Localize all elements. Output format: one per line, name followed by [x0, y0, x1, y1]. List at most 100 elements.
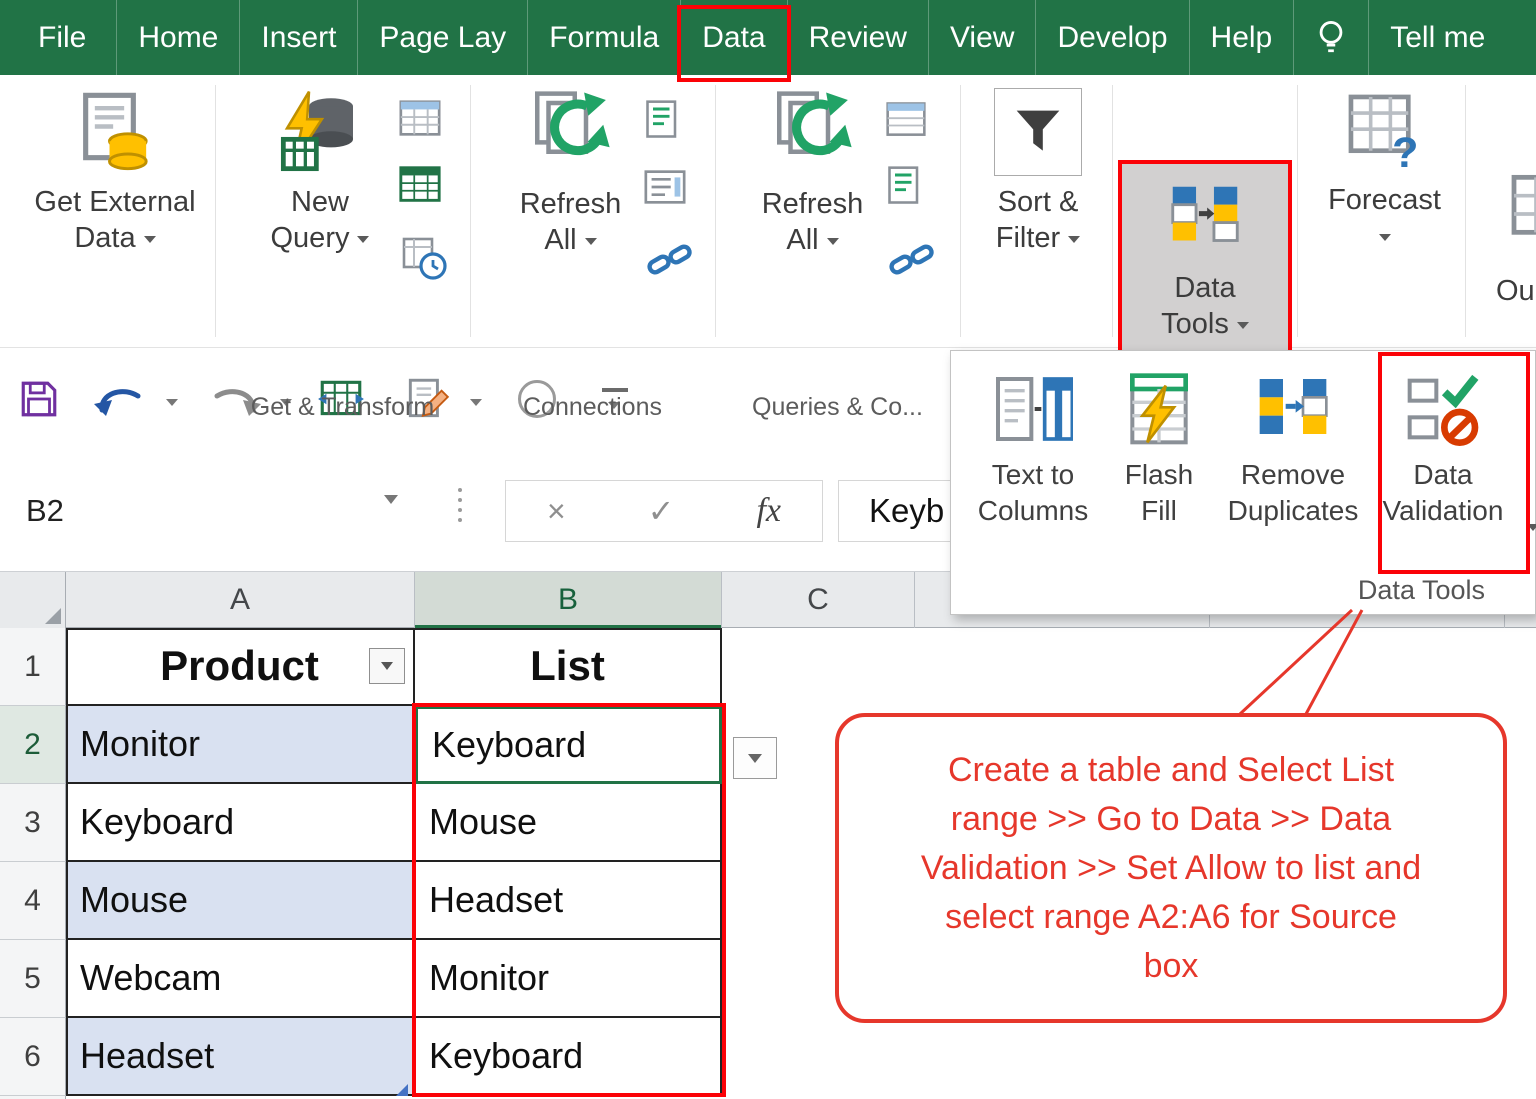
data-validation-button[interactable]: DataValidation	[1363, 457, 1523, 529]
get-external-line1: Get External	[34, 186, 195, 218]
remove-duplicates-button[interactable]: RemoveDuplicates	[1208, 457, 1378, 529]
column-header-c[interactable]: C	[722, 572, 915, 628]
sort-filter-button[interactable]: Sort & Filter	[968, 88, 1108, 256]
from-sheet-icon[interactable]	[396, 162, 444, 213]
cell-b5[interactable]: Monitor	[415, 940, 722, 1018]
table-header-list: List	[530, 642, 605, 690]
forecast-button[interactable]: ? Forecast	[1312, 88, 1457, 254]
new-query-button[interactable]: New Query	[250, 88, 390, 256]
data-tools-caption: Data Tools	[951, 575, 1485, 606]
data-tools-flyout: Text toColumns FlashFill RemoveDuplicate…	[950, 350, 1536, 615]
data-validation-dropdown-button[interactable]	[733, 737, 777, 779]
cell-a2[interactable]: Monitor	[66, 706, 415, 784]
data-validation-chevron-icon[interactable]	[1519, 519, 1536, 537]
insert-function-button[interactable]: fx	[756, 492, 781, 530]
ribbon: Get External Data New Query Get & Transf…	[0, 75, 1536, 348]
tell-me-lightbulb-icon[interactable]	[1293, 0, 1368, 75]
cell-b6[interactable]: Keyboard	[415, 1018, 722, 1096]
cancel-button[interactable]: ×	[547, 493, 566, 530]
save-button[interactable]	[18, 378, 60, 425]
data-validation-icon	[1403, 367, 1483, 456]
name-box-dropdown-icon[interactable]	[384, 504, 398, 522]
outline-label[interactable]: Ou	[1496, 275, 1535, 308]
formula-bar-drag-handle[interactable]	[458, 488, 462, 522]
row-header-2[interactable]: 2	[0, 706, 66, 784]
refresh-line2: All	[544, 224, 576, 256]
show-queries-icon[interactable]	[884, 98, 928, 147]
tab-data[interactable]: Data	[680, 0, 786, 75]
tab-insert[interactable]: Insert	[239, 0, 357, 75]
tab-formulas[interactable]: Formula	[527, 0, 680, 75]
svg-text:?: ?	[1392, 129, 1418, 174]
row-header-1[interactable]: 1	[0, 628, 66, 706]
queries-properties-icon[interactable]	[884, 164, 928, 213]
tab-file[interactable]: File	[0, 0, 116, 75]
group-separator	[960, 85, 961, 337]
group-separator	[215, 85, 216, 337]
tab-tell-me[interactable]: Tell me	[1368, 0, 1506, 75]
ribbon-tab-bar: File Home Insert Page Lay Formula Data R…	[0, 0, 1536, 75]
tab-file-label: File	[38, 21, 86, 55]
table-resize-handle[interactable]	[396, 1084, 408, 1096]
callout-line: range >> Go to Data >> Data	[951, 795, 1391, 844]
column-header-b[interactable]: B	[415, 572, 722, 628]
tab-home[interactable]: Home	[116, 0, 239, 75]
select-all-corner[interactable]	[0, 572, 66, 628]
cell-b1[interactable]: List	[415, 628, 722, 706]
undo-icon	[92, 380, 150, 422]
group-label-connections: Connections	[470, 393, 715, 422]
flash-fill-icon	[1119, 367, 1199, 456]
cell-a4[interactable]: Mouse	[66, 862, 415, 940]
chevron-down-icon	[827, 238, 839, 245]
tab-view-label: View	[950, 21, 1014, 55]
chevron-down-icon	[1379, 234, 1391, 241]
data-tools-button[interactable]: Data Tools	[1161, 176, 1249, 342]
refresh-all-button-queries[interactable]: Refresh All	[740, 88, 885, 258]
queries-edit-links-icon[interactable]	[888, 235, 936, 288]
new-query-line1: New	[291, 186, 349, 218]
tab-developer[interactable]: Develop	[1035, 0, 1188, 75]
cell-b4[interactable]: Headset	[415, 862, 722, 940]
tab-review[interactable]: Review	[787, 0, 928, 75]
text-to-columns-button[interactable]: Text toColumns	[963, 457, 1103, 529]
refresh-all-button-connections[interactable]: Refresh All	[498, 88, 643, 258]
name-box[interactable]: B2	[0, 452, 380, 570]
row-header-6[interactable]: 6	[0, 1018, 66, 1096]
enter-button[interactable]: ✓	[648, 492, 675, 530]
get-external-data-button[interactable]: Get External Data	[25, 88, 205, 256]
tab-home-label: Home	[138, 21, 218, 55]
column-header-a[interactable]: A	[66, 572, 415, 628]
tab-data-label: Data	[702, 21, 765, 55]
row-header-5[interactable]: 5	[0, 940, 66, 1018]
tab-formulas-label: Formula	[549, 21, 659, 55]
cell-a5[interactable]: Webcam	[66, 940, 415, 1018]
cell-a3[interactable]: Keyboard	[66, 784, 415, 862]
tab-page-layout[interactable]: Page Lay	[357, 0, 527, 75]
undo-dropdown-chevron-icon[interactable]	[158, 394, 178, 412]
edit-links-icon[interactable]	[646, 235, 694, 288]
row-header-3[interactable]: 3	[0, 784, 66, 862]
name-box-value: B2	[26, 493, 64, 529]
cell-a6[interactable]: Headset	[66, 1018, 415, 1096]
outline-icon	[1506, 170, 1536, 263]
group-separator	[1112, 85, 1113, 337]
refresh-line2: All	[786, 224, 818, 256]
chevron-down-icon	[357, 236, 369, 243]
filter-dropdown-button[interactable]	[369, 648, 405, 684]
chevron-down-icon	[144, 236, 156, 243]
chevron-down-icon	[1237, 322, 1249, 329]
cell-a1[interactable]: Product	[66, 628, 415, 706]
recent-sources-icon[interactable]	[400, 233, 448, 286]
row-header-4[interactable]: 4	[0, 862, 66, 940]
sort-filter-line1: Sort &	[998, 186, 1079, 218]
workbook-connections-icon[interactable]	[642, 164, 688, 215]
undo-button[interactable]	[92, 380, 150, 427]
cell-b2-selected[interactable]: Keyboard	[415, 706, 722, 784]
from-table-icon[interactable]	[396, 96, 444, 147]
tab-help[interactable]: Help	[1189, 0, 1294, 75]
cell-b3[interactable]: Mouse	[415, 784, 722, 862]
group-separator	[470, 85, 471, 337]
tab-view[interactable]: View	[928, 0, 1035, 75]
dash-icon	[602, 388, 628, 392]
properties-icon[interactable]	[642, 98, 686, 147]
